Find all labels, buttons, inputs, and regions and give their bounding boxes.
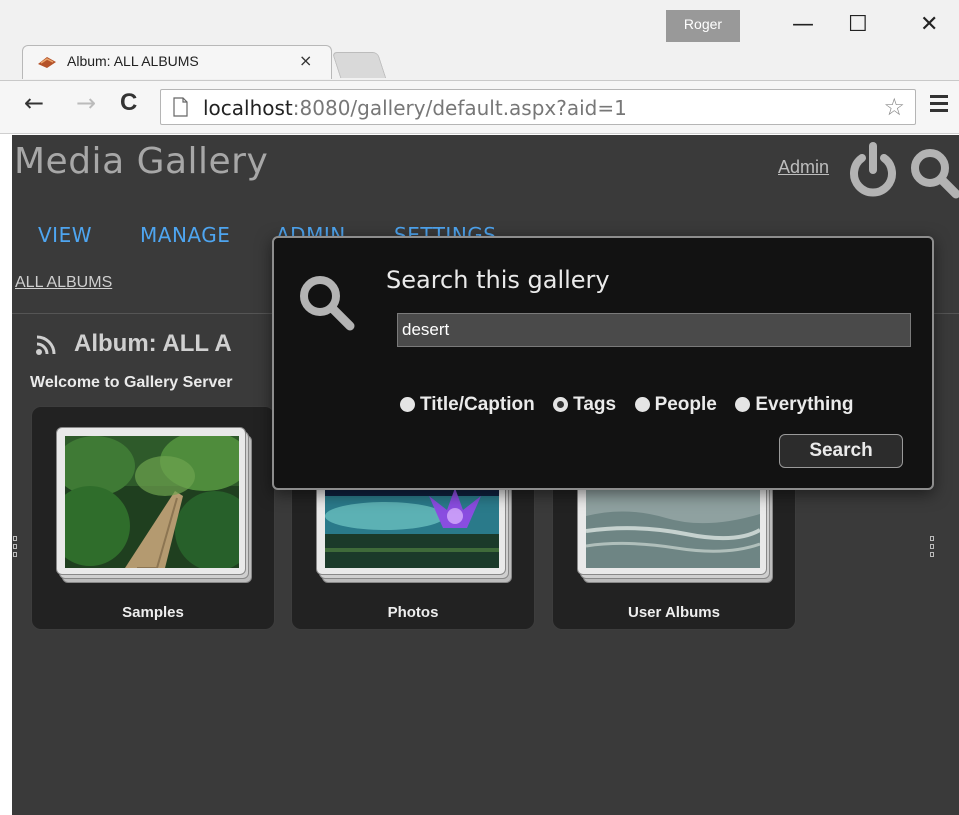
search-button[interactable]: Search [779, 434, 903, 468]
new-tab-button[interactable] [331, 52, 387, 78]
scroll-left-handle[interactable] [13, 536, 19, 560]
admin-link[interactable]: Admin [778, 157, 829, 178]
album-card-label: Photos [387, 604, 439, 621]
reload-button[interactable]: C [120, 91, 137, 115]
album-card-label: Samples [122, 604, 184, 621]
tab-title: Album: ALL ALBUMS [67, 53, 199, 69]
url-host: localhost [203, 96, 293, 120]
close-window-button[interactable]: ✕ [920, 14, 938, 36]
maximize-button[interactable]: ☐ [848, 14, 868, 36]
album-card-label: User Albums [628, 604, 720, 621]
bookmark-star-icon[interactable]: ☆ [883, 93, 905, 121]
minimize-button[interactable]: — [792, 14, 814, 36]
site-title: Media Gallery [14, 141, 269, 182]
nav-manage[interactable]: MANAGE [140, 223, 230, 247]
search-icon [300, 276, 355, 331]
gallery-favicon-icon [38, 57, 56, 68]
radio-tags[interactable]: Tags [553, 394, 616, 416]
address-bar[interactable]: localhost:8080/gallery/default.aspx?aid=… [160, 89, 916, 125]
thumbnail-stack [56, 427, 252, 583]
album-thumbnail-forest [65, 436, 239, 568]
radio-everything[interactable]: Everything [735, 394, 854, 416]
nav-view[interactable]: VIEW [38, 223, 92, 247]
rss-icon[interactable] [34, 334, 58, 356]
url-path: :8080/gallery/default.aspx?aid=1 [292, 96, 627, 120]
power-icon[interactable] [848, 142, 898, 198]
tab-close-icon[interactable]: × [299, 51, 312, 70]
album-title: Album: ALL A [74, 330, 232, 357]
profile-badge[interactable]: Roger [666, 10, 740, 42]
page-icon [173, 97, 188, 117]
search-icon[interactable] [906, 144, 959, 200]
search-scope-options: Title/Caption Tags People Everything [400, 394, 854, 416]
browser-toolbar: ← → C localhost:8080/gallery/default.asp… [0, 80, 959, 134]
radio-people[interactable]: People [634, 394, 717, 416]
album-card-samples[interactable]: Samples [31, 406, 275, 630]
search-popup-title: Search this gallery [386, 266, 610, 294]
browser-titlebar: Roger — ☐ ✕ Album: ALL ALBUMS × [0, 0, 959, 80]
radio-title-caption[interactable]: Title/Caption [400, 394, 535, 416]
scroll-right-handle[interactable] [930, 536, 936, 560]
forward-button[interactable]: → [76, 91, 96, 115]
breadcrumb-all-albums[interactable]: ALL ALBUMS [15, 274, 112, 292]
browser-tab-active[interactable]: Album: ALL ALBUMS × [22, 45, 332, 79]
back-button[interactable]: ← [24, 91, 44, 115]
welcome-text: Welcome to Gallery Server [30, 374, 233, 391]
browser-menu-icon[interactable] [930, 95, 948, 113]
search-popup: Search this gallery Title/Caption Tags P… [272, 236, 934, 490]
url-text: localhost:8080/gallery/default.aspx?aid=… [203, 96, 627, 120]
search-input[interactable] [397, 313, 911, 347]
